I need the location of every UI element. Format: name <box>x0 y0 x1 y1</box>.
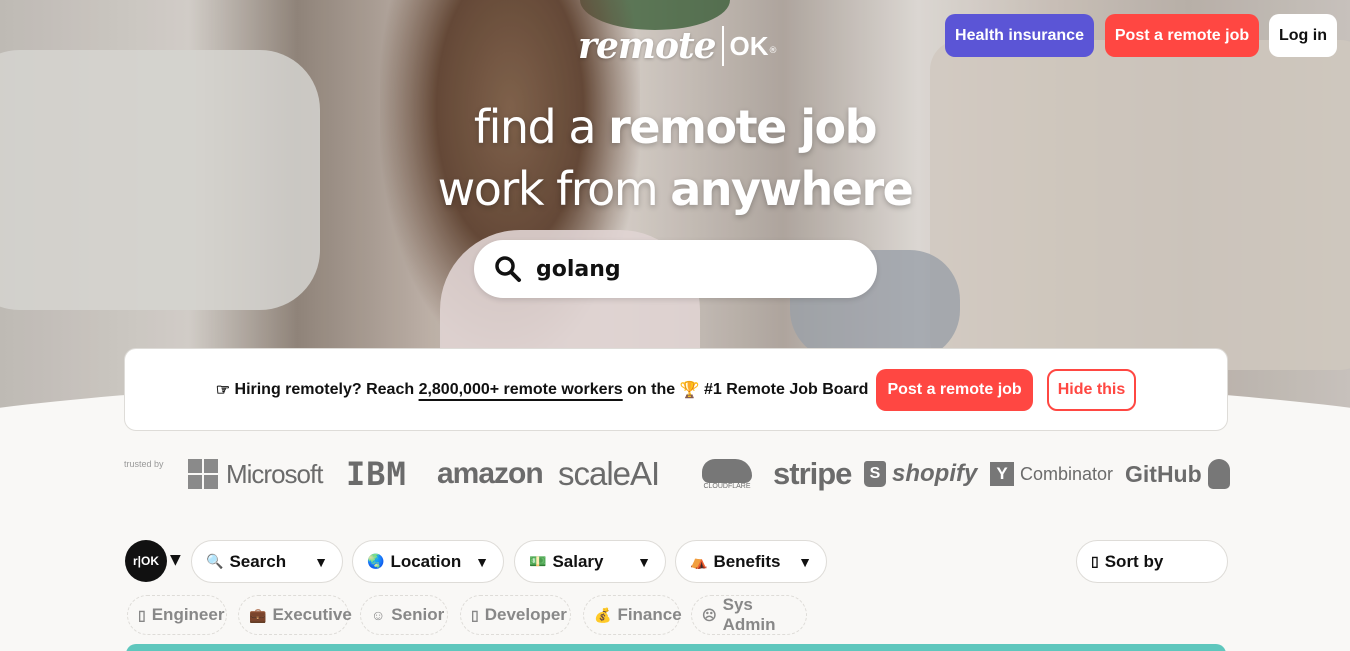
headline-1-light: find a <box>473 100 609 154</box>
amazon-logo: amazon <box>437 457 544 490</box>
filter-salary-label: Salary <box>552 551 604 571</box>
tag-label: Executive <box>272 605 352 624</box>
chevron-down-icon: ▼ <box>314 553 328 570</box>
tag-developer[interactable]: ▯ Developer <box>460 595 571 635</box>
yc-text: Combinator <box>1020 463 1114 484</box>
money-bag-icon: 💰 <box>594 606 612 623</box>
headline-line-1: find a remote job <box>0 100 1350 154</box>
headline-line-2: work from anywhere <box>0 162 1350 216</box>
globe-icon: 🌏 <box>367 553 385 569</box>
logo-registered: ® <box>768 46 778 56</box>
banner-highlight-link[interactable]: 2,800,000+ remote workers <box>419 381 623 399</box>
banner-post-job-button[interactable]: Post a remote job <box>876 368 1033 411</box>
filter-location[interactable]: 🌏 Location ▼ <box>352 540 504 583</box>
tent-icon: ⛺ <box>690 553 708 569</box>
job-list-top-bar <box>126 644 1226 651</box>
rok-menu-avatar[interactable]: r|OK <box>125 540 167 582</box>
hiring-banner-text: ☞ Hiring remotely? Reach 2,800,000+ remo… <box>216 380 869 400</box>
money-icon: 💵 <box>529 553 547 569</box>
banner-hide-button[interactable]: Hide this <box>1046 368 1137 411</box>
filter-search-label: Search <box>229 551 287 571</box>
tag-sys-admin[interactable]: ☹ Sys Admin <box>691 595 807 635</box>
github-text: GitHub <box>1125 460 1202 487</box>
shopify-text: shopify <box>892 460 978 487</box>
remoteok-logo[interactable]: remote OK ® <box>578 22 778 70</box>
hiring-banner: ☞ Hiring remotely? Reach 2,800,000+ remo… <box>124 348 1228 431</box>
banner-text-part-3: #1 Remote Job Board <box>699 380 869 398</box>
microsoft-squares-icon <box>188 459 218 489</box>
tag-label: Finance <box>617 605 682 624</box>
filter-sort-label: Sort by <box>1104 551 1164 571</box>
tag-engineer[interactable]: ▯ Engineer <box>127 595 227 635</box>
yc-mark: Y <box>990 462 1014 486</box>
search-icon: 🔍 <box>206 553 224 569</box>
tag-label: Senior <box>391 605 445 624</box>
filter-sort-by[interactable]: ▯ Sort by <box>1076 540 1228 583</box>
headline-2-light: work from <box>437 162 671 216</box>
tag-label: Sys Admin <box>722 595 776 634</box>
health-insurance-button[interactable]: Health insurance <box>945 14 1094 57</box>
banner-text-part-1: Hiring remotely? Reach <box>230 380 419 398</box>
scaleai-logo: scaleAI <box>558 455 660 492</box>
filter-salary[interactable]: 💵 Salary ▼ <box>514 540 666 583</box>
chevron-down-icon: ▼ <box>637 553 651 570</box>
post-job-button[interactable]: Post a remote job <box>1105 14 1259 57</box>
ibm-logo: IBM <box>346 455 407 493</box>
octocat-icon <box>1207 459 1230 489</box>
filter-benefits-label: Benefits <box>713 551 781 571</box>
login-button[interactable]: Log in <box>1269 14 1337 57</box>
headline-1-bold: remote job <box>608 100 877 154</box>
microsoft-text: Microsoft <box>226 458 323 489</box>
shopify-bag-icon: S <box>864 461 886 487</box>
shopify-logo: S shopify <box>864 452 977 496</box>
senior-face-icon: ☺ <box>371 607 386 623</box>
chevron-down-icon: ▼ <box>798 553 812 570</box>
briefcase-icon: 💼 <box>249 606 267 623</box>
github-logo: GitHub <box>1125 452 1230 496</box>
tag-executive[interactable]: 💼 Executive <box>238 595 352 635</box>
cloudflare-cloud-icon <box>702 458 752 483</box>
banner-text-part-2: on the <box>622 380 680 398</box>
logo-word: remote <box>578 25 717 67</box>
ycombinator-logo: Y Combinator <box>990 452 1113 496</box>
filter-search[interactable]: 🔍 Search ▼ <box>191 540 343 583</box>
microsoft-logo: Microsoft <box>188 452 323 496</box>
tag-finance[interactable]: 💰 Finance <box>583 595 682 635</box>
logo-divider <box>721 26 724 66</box>
developer-icon: ▯ <box>471 606 479 623</box>
trophy-icon: 🏆 <box>679 381 700 399</box>
search-icon <box>494 255 522 283</box>
pointing-hand-icon: ☞ <box>215 381 231 399</box>
headline-2-bold: anywhere <box>670 162 914 216</box>
sort-icon: ▯ <box>1091 553 1099 569</box>
engineer-icon: ▯ <box>138 606 146 623</box>
sysadmin-icon: ☹ <box>702 606 717 623</box>
filter-location-label: Location <box>390 551 462 571</box>
filter-benefits[interactable]: ⛺ Benefits ▼ <box>675 540 827 583</box>
chevron-down-icon[interactable]: ▼ <box>170 552 181 568</box>
tag-label: Engineer <box>151 605 225 624</box>
logo-ok: OK <box>729 30 769 61</box>
chevron-down-icon: ▼ <box>475 553 489 570</box>
stripe-logo: stripe <box>773 456 852 491</box>
search-input[interactable]: golang <box>474 240 877 298</box>
cloudflare-text: CLOUDFLARE <box>703 482 751 490</box>
tag-label: Developer <box>484 605 567 624</box>
cloudflare-logo: CLOUDFLARE <box>702 452 752 496</box>
search-input-value: golang <box>536 256 621 282</box>
trusted-by-label: trusted by <box>124 459 164 469</box>
tag-senior[interactable]: ☺ Senior <box>360 595 448 635</box>
